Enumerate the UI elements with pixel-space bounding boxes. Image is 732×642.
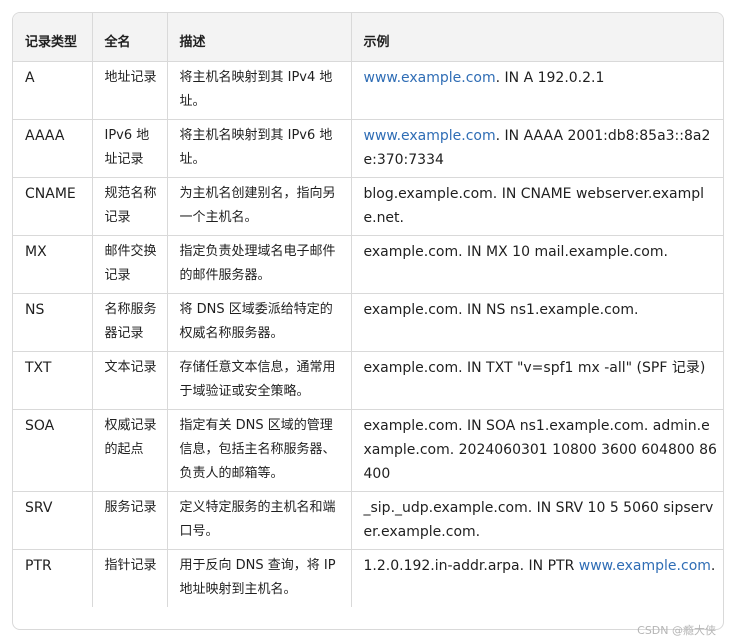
example-cell: blog.example.com. IN CNAME webserver.exa… — [351, 177, 723, 236]
example-cell: example.com. IN NS ns1.example.com. — [351, 293, 723, 352]
example-cell: example.com. IN SOA ns1.example.com. adm… — [351, 409, 723, 492]
header-full-name: 全名 — [92, 13, 168, 62]
table-header-row: 记录类型 全名 描述 示例 — [13, 13, 723, 62]
description-cell: 将主机名映射到其 IPv6 地址。 — [167, 119, 352, 178]
example-text: example.com. IN NS ns1.example.com. — [363, 301, 639, 318]
description-cell: 将 DNS 区域委派给特定的权威名称服务器。 — [167, 293, 352, 352]
record-type-cell: TXT — [13, 351, 93, 410]
full-name-cell: 规范名称记录 — [92, 177, 168, 236]
record-type-cell: SOA — [13, 409, 93, 492]
table-row: SOA 权威记录的起点 指定有关 DNS 区域的管理信息，包括主名称服务器、负责人的… — [13, 409, 723, 492]
table-body: A 地址记录 将主机名映射到其 IPv4 地址。 www.example.com. I… — [13, 61, 723, 607]
watermark: CSDN @瘾大侠 — [637, 624, 716, 637]
example-link[interactable]: www.example.com — [579, 558, 711, 574]
full-name-cell: 权威记录的起点 — [92, 409, 168, 492]
header-example: 示例 — [351, 13, 723, 62]
record-type-cell: SRV — [13, 491, 93, 550]
record-type-cell: A — [13, 61, 93, 120]
example-link[interactable]: www.example.com — [364, 70, 496, 86]
example-text: example.com. IN TXT "v=spf1 mx -all" (SP… — [363, 359, 706, 376]
description-cell: 存储任意文本信息，通常用于域验证或安全策略。 — [167, 351, 352, 410]
record-type-cell: NS — [13, 293, 93, 352]
description-cell: 定义特定服务的主机名和端口号。 — [167, 491, 352, 550]
example-cell: 1.2.0.192.in-addr.arpa. IN PTR www.examp… — [351, 549, 723, 607]
description-cell: 将主机名映射到其 IPv4 地址。 — [167, 61, 352, 120]
example-text: blog.example.com. IN CNAME webserver.exa… — [363, 185, 705, 226]
example-text: . IN A 192.0.2.1 — [495, 69, 605, 86]
description-cell: 指定有关 DNS 区域的管理信息，包括主名称服务器、负责人的邮箱等。 — [167, 409, 352, 492]
example-prefix: 1.2.0.192.in-addr.arpa. IN PTR — [363, 557, 579, 574]
record-type-cell: MX — [13, 235, 93, 294]
record-type-cell: CNAME — [13, 177, 93, 236]
example-cell: _sip._udp.example.com. IN SRV 10 5 5060 … — [351, 491, 723, 550]
table-row: MX 邮件交换记录 指定负责处理域名电子邮件的邮件服务器。 example.com. … — [13, 235, 723, 294]
description-cell: 指定负责处理域名电子邮件的邮件服务器。 — [167, 235, 352, 294]
table-row: CNAME 规范名称记录 为主机名创建别名，指向另一个主机名。 blog.exampl… — [13, 177, 723, 236]
full-name-cell: 地址记录 — [92, 61, 168, 120]
description-cell: 用于反向 DNS 查询，将 IP 地址映射到主机名。 — [167, 549, 352, 607]
table-row: SRV 服务记录 定义特定服务的主机名和端口号。 _sip._udp.example.… — [13, 491, 723, 550]
example-cell: www.example.com. IN A 192.0.2.1 — [351, 61, 723, 120]
example-text: example.com. IN MX 10 mail.example.com. — [363, 243, 668, 260]
description-cell: 为主机名创建别名，指向另一个主机名。 — [167, 177, 352, 236]
dns-record-table: 记录类型 全名 描述 示例 A 地址记录 将主机名映射到其 IPv4 地址。 www.… — [13, 13, 723, 607]
header-description: 描述 — [167, 13, 352, 62]
record-type-cell: PTR — [13, 549, 93, 607]
table-row: NS 名称服务器记录将 DNS 区域委派给特定的权威名称服务器。 example.c… — [13, 293, 723, 352]
example-cell: example.com. IN TXT "v=spf1 mx -all" (SP… — [351, 351, 723, 410]
table-row: TXT 文本记录 存储任意文本信息，通常用于域验证或安全策略。 example.com… — [13, 351, 723, 410]
table-row: AAAA IPv6 地址记录 将主机名映射到其 IPv6 地址。 www.exampl… — [13, 119, 723, 178]
table-row: A 地址记录 将主机名映射到其 IPv4 地址。 www.example.com. I… — [13, 61, 723, 120]
header-record-type: 记录类型 — [13, 13, 93, 62]
full-name-cell: IPv6 地址记录 — [92, 119, 168, 178]
example-text: _sip._udp.example.com. IN SRV 10 5 5060 … — [363, 499, 714, 540]
record-type-cell: AAAA — [13, 119, 93, 178]
full-name-cell: 文本记录 — [92, 351, 168, 410]
example-text: example.com. IN SOA ns1.example.com. adm… — [363, 417, 717, 482]
example-link[interactable]: www.example.com — [364, 128, 496, 144]
full-name-cell: 服务记录 — [92, 491, 168, 550]
dns-record-table-container: 记录类型 全名 描述 示例 A 地址记录 将主机名映射到其 IPv4 地址。 www.… — [12, 12, 724, 630]
table-row: PTR 指针记录 用于反向 DNS 查询，将 IP 地址映射到主机名。 1.2.0.1… — [13, 549, 723, 607]
full-name-cell: 指针记录 — [92, 549, 168, 607]
full-name-cell: 邮件交换记录 — [92, 235, 168, 294]
example-cell: example.com. IN MX 10 mail.example.com. — [351, 235, 723, 294]
example-cell: www.example.com. IN AAAA 2001:db8:85a3::… — [351, 119, 723, 178]
example-text: . — [710, 557, 716, 574]
full-name-cell: 名称服务器记录 — [92, 293, 168, 352]
